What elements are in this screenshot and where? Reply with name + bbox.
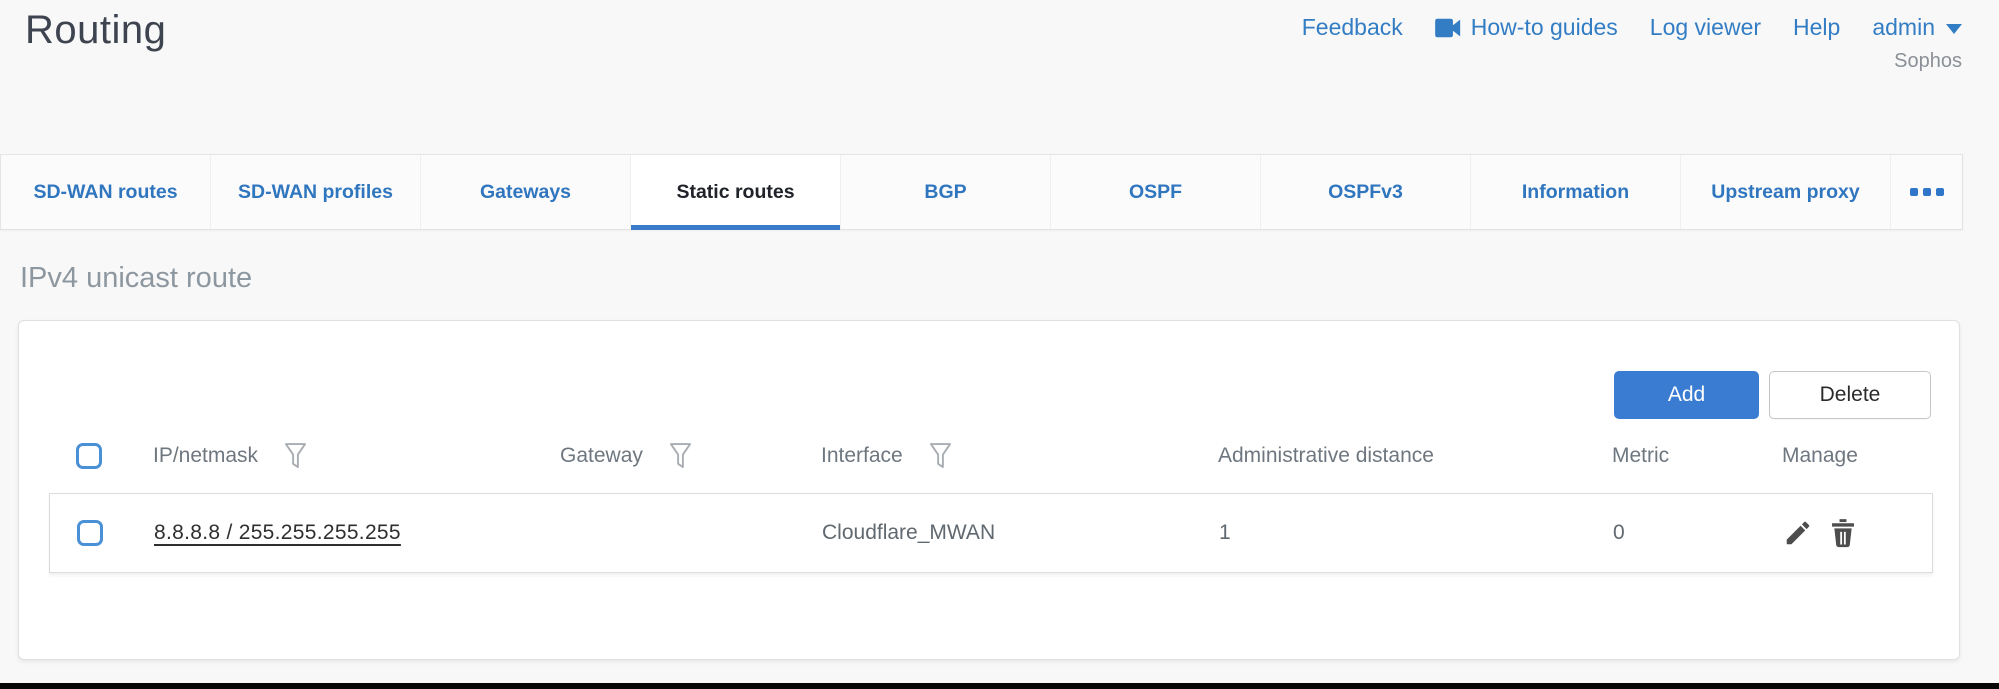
col-ip-netmask: IP/netmask xyxy=(153,444,258,468)
row-checkbox[interactable] xyxy=(77,520,103,546)
tab-ospf[interactable]: OSPF xyxy=(1051,155,1261,229)
admin-label: admin xyxy=(1872,14,1935,41)
col-metric: Metric xyxy=(1612,444,1669,468)
route-administrative-distance: 1 xyxy=(1219,521,1613,545)
route-interface: Cloudflare_MWAN xyxy=(822,521,1219,545)
tab-bar: SD-WAN routes SD-WAN profiles Gateways S… xyxy=(0,154,1963,230)
table-header-row: IP/netmask Gateway Interface Administrat… xyxy=(49,429,1933,483)
col-interface: Interface xyxy=(821,444,903,468)
help-label: Help xyxy=(1793,14,1840,41)
filter-icon[interactable] xyxy=(669,442,692,471)
log-viewer-label: Log viewer xyxy=(1650,14,1761,41)
table-toolbar: Add Delete xyxy=(1614,371,1931,419)
video-camera-icon xyxy=(1435,18,1462,38)
tab-bgp[interactable]: BGP xyxy=(841,155,1051,229)
filter-icon[interactable] xyxy=(929,442,952,471)
delete-icon[interactable] xyxy=(1829,518,1857,548)
log-viewer-link[interactable]: Log viewer xyxy=(1650,14,1761,41)
tab-upstream-proxy[interactable]: Upstream proxy xyxy=(1681,155,1891,229)
page-title: Routing xyxy=(25,8,166,53)
tab-information[interactable]: Information xyxy=(1471,155,1681,229)
feedback-link[interactable]: Feedback xyxy=(1302,14,1403,41)
bottom-edge-bar xyxy=(0,683,1999,689)
top-navigation: Feedback How-to guides Log viewer Help a… xyxy=(1302,14,1962,41)
select-all-checkbox[interactable] xyxy=(76,443,102,469)
route-metric: 0 xyxy=(1613,521,1783,545)
filter-icon[interactable] xyxy=(284,442,307,471)
add-button[interactable]: Add xyxy=(1614,371,1759,419)
tab-ospfv3[interactable]: OSPFv3 xyxy=(1261,155,1471,229)
howto-guides-link[interactable]: How-to guides xyxy=(1435,14,1618,41)
howto-guides-label: How-to guides xyxy=(1471,14,1618,41)
col-gateway: Gateway xyxy=(560,444,643,468)
tab-sdwan-routes[interactable]: SD-WAN routes xyxy=(1,155,211,229)
brand-label: Sophos xyxy=(1894,50,1962,73)
feedback-label: Feedback xyxy=(1302,14,1403,41)
tab-gateways[interactable]: Gateways xyxy=(421,155,631,229)
caret-down-icon xyxy=(1946,24,1962,34)
section-heading: IPv4 unicast route xyxy=(20,262,252,295)
more-tabs-button[interactable] xyxy=(1891,155,1962,229)
ellipsis-icon xyxy=(1910,188,1918,196)
route-ip-netmask-link[interactable]: 8.8.8.8 / 255.255.255.255 xyxy=(154,521,401,544)
tab-sdwan-profiles[interactable]: SD-WAN profiles xyxy=(211,155,421,229)
table-row: 8.8.8.8 / 255.255.255.255 Cloudflare_MWA… xyxy=(49,493,1933,573)
tab-static-routes[interactable]: Static routes xyxy=(631,155,841,229)
col-administrative-distance: Administrative distance xyxy=(1218,444,1434,468)
edit-icon[interactable] xyxy=(1783,518,1813,548)
delete-button[interactable]: Delete xyxy=(1769,371,1931,419)
routes-card: Add Delete IP/netmask Gateway Interface … xyxy=(18,320,1960,660)
col-manage: Manage xyxy=(1782,444,1858,468)
admin-menu[interactable]: admin xyxy=(1872,14,1962,41)
help-link[interactable]: Help xyxy=(1793,14,1840,41)
